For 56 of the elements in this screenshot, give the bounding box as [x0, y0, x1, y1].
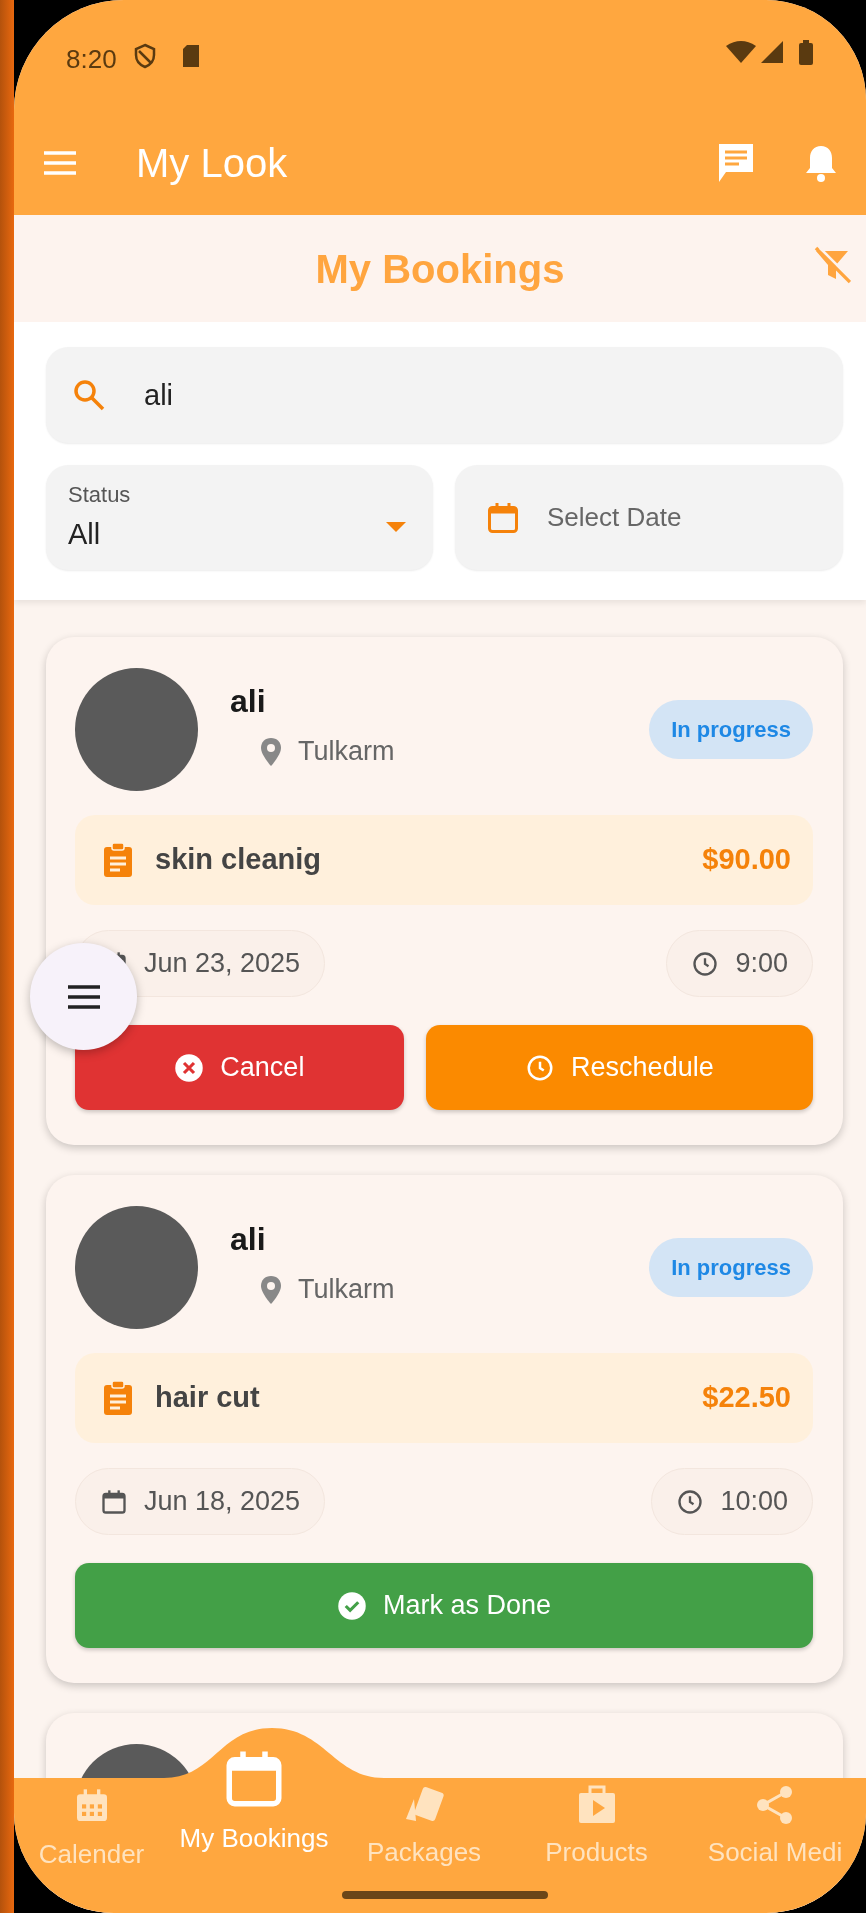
page-title: My Bookings: [315, 245, 565, 293]
battery-icon: [798, 40, 814, 66]
search-field[interactable]: ali: [46, 347, 843, 443]
filter-off-icon: [812, 245, 852, 285]
booking-date: Jun 18, 2025: [144, 1485, 301, 1519]
nav-tab[interactable]: Social Medi: [684, 1785, 866, 1872]
shield-icon: [132, 43, 157, 69]
reschedule-button[interactable]: Reschedule: [425, 1025, 813, 1110]
service-name: hair cut: [155, 1380, 260, 1416]
app-title: My Look: [136, 139, 288, 187]
signal-icon: [760, 40, 784, 64]
check-circle-icon: [336, 1590, 367, 1621]
cancel-circle-icon: [174, 1052, 205, 1083]
clipboard-icon: [103, 842, 133, 878]
booking-date: Jun 23, 2025: [144, 947, 301, 981]
clear-filter-button[interactable]: [812, 245, 852, 285]
status-value: All: [68, 517, 101, 553]
status-dropdown[interactable]: Status All: [46, 465, 433, 570]
nav-tab[interactable]: Calender: [14, 1785, 169, 1874]
status-label: Status: [68, 481, 132, 510]
client-name: ali: [230, 1220, 267, 1260]
nav-tab[interactable]: Products: [509, 1785, 684, 1872]
search-icon: [72, 378, 106, 412]
menu-icon: [42, 149, 78, 176]
wifi-icon: [726, 40, 756, 64]
nav-tab[interactable]: My Bookings: [169, 1743, 339, 1858]
nav-tab[interactable]: Packages: [339, 1785, 509, 1872]
service-name: skin cleanig: [155, 842, 321, 878]
cancel-button[interactable]: Cancel: [75, 1025, 404, 1110]
client-location: Tulkarm: [298, 735, 395, 769]
clipboard-icon: [103, 1380, 133, 1416]
booking-time: 10:00: [720, 1485, 788, 1519]
share-icon: [756, 1785, 794, 1825]
calendar-icon: [100, 1487, 128, 1516]
status-badge: In progress: [649, 1238, 813, 1297]
caret-icon: [385, 521, 407, 533]
briefcase-play-icon: [576, 1785, 617, 1825]
chat-icon: [716, 141, 756, 184]
status-time: 8:20: [66, 43, 117, 76]
sd-card-icon: [180, 44, 201, 68]
clock-icon: [691, 949, 720, 978]
service-price: $90.00: [702, 842, 791, 878]
service-price: $22.50: [702, 1380, 791, 1416]
menu-button[interactable]: [42, 149, 78, 176]
location-pin-icon: [260, 736, 282, 767]
client-location: Tulkarm: [298, 1273, 395, 1307]
status-badge: In progress: [649, 700, 813, 759]
location-pin-icon: [260, 1274, 282, 1305]
menu-icon: [65, 983, 102, 1010]
date-placeholder: Select Date: [547, 501, 682, 534]
clock-icon: [676, 1487, 705, 1516]
client-name: ali: [230, 682, 267, 722]
mark-done-button[interactable]: Mark as Done: [75, 1563, 813, 1648]
date-field[interactable]: Select Date: [455, 465, 843, 570]
booking-time: 9:00: [735, 947, 788, 981]
chat-button[interactable]: [716, 141, 756, 184]
